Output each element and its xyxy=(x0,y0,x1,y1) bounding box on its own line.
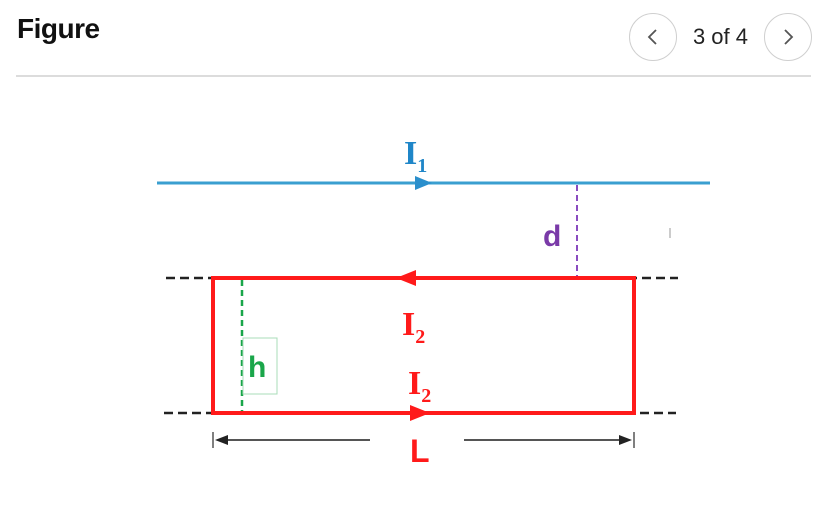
figure-image: I1 d I2 I2 h L xyxy=(0,90,820,506)
next-figure-button[interactable] xyxy=(764,13,812,61)
page-title: Figure xyxy=(17,13,100,44)
length-l-label: L xyxy=(410,433,430,469)
figure-header: Figure 3 of 4 xyxy=(0,0,820,76)
figure-pager: 3 of 4 xyxy=(628,13,812,61)
header-divider xyxy=(16,75,811,77)
chevron-left-icon xyxy=(647,29,657,45)
height-h-label: h xyxy=(248,351,266,384)
loop-bottom-current-label: I2 xyxy=(408,365,431,407)
figure-counter: 3 of 4 xyxy=(692,24,748,49)
length-left-arrow xyxy=(215,435,228,445)
loop-bottom-arrow xyxy=(410,405,430,421)
wire-current-label: I1 xyxy=(404,135,427,177)
wire-current-arrow xyxy=(415,176,432,190)
distance-d-label: d xyxy=(543,220,561,253)
wire-loop-diagram: I1 d I2 I2 h L xyxy=(157,135,710,469)
previous-figure-button[interactable] xyxy=(628,13,677,61)
chevron-right-icon xyxy=(784,29,794,45)
loop-top-arrow xyxy=(396,270,416,286)
length-right-arrow xyxy=(619,435,632,445)
loop-top-current-label: I2 xyxy=(402,306,425,348)
